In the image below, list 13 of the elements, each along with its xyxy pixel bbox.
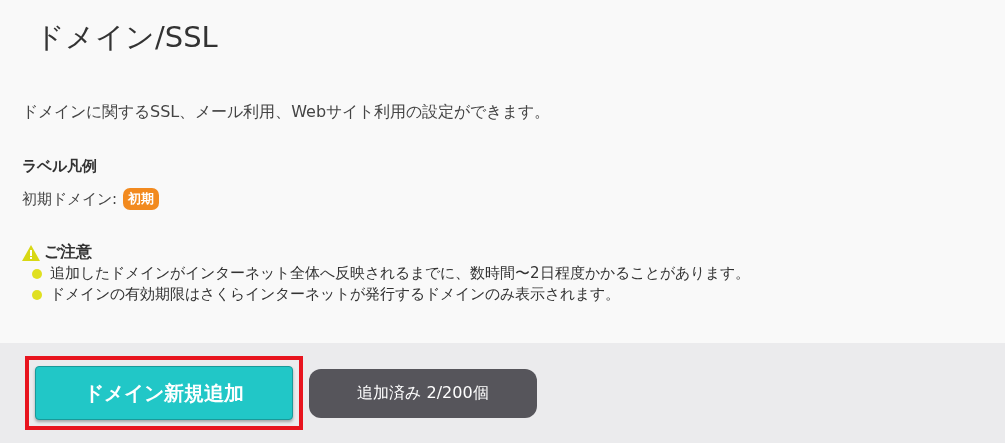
- legend-heading: ラベル凡例: [22, 157, 97, 176]
- description-text: ドメインに関するSSL、メール利用、Webサイト利用の設定ができます。: [22, 102, 551, 123]
- bullet-icon: [32, 268, 42, 279]
- legend-label: 初期ドメイン:: [22, 189, 118, 209]
- domain-count-label: 追加済み 2/200個: [309, 368, 537, 418]
- initial-badge: 初期: [123, 188, 160, 210]
- bullet-icon: [32, 289, 42, 300]
- notice-text: 追加したドメインがインターネット全体へ反映されるまでに、数時間〜2日程度かかることがあります。: [50, 263, 750, 284]
- add-domain-button[interactable]: ドメイン新規追加: [35, 366, 293, 420]
- notice-heading: ご注意: [44, 242, 92, 263]
- warning-icon: [22, 244, 40, 261]
- notice-text: ドメインの有効期限はさくらインターネットが発行するドメインのみ表示されます。: [50, 284, 620, 305]
- page-title: ドメイン/SSL: [35, 19, 218, 56]
